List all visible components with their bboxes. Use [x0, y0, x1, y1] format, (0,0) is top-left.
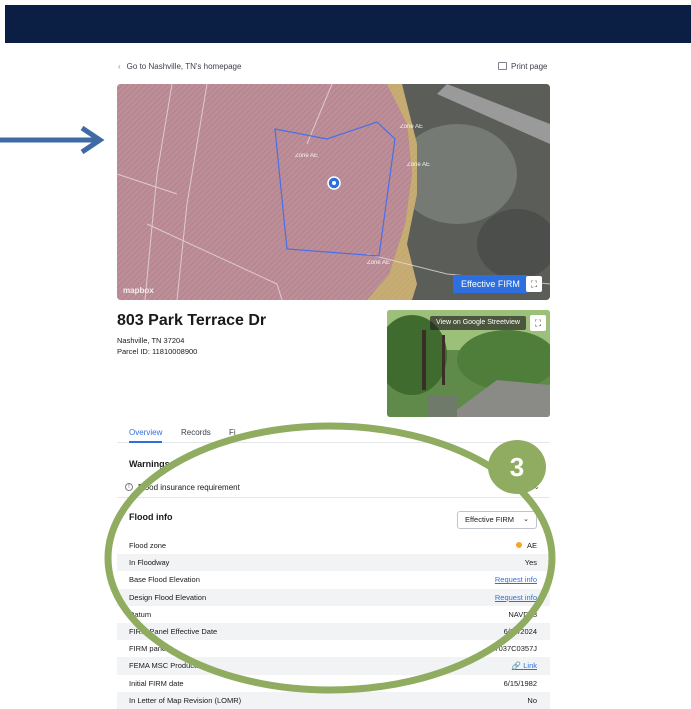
table-row: In Floodway Yes [117, 554, 550, 572]
property-details: Nashville, TN 37204 Parcel ID: 118100089… [117, 336, 198, 356]
top-banner [5, 5, 691, 43]
streetview-expand-icon[interactable]: ⛶ [530, 315, 546, 331]
step-number-badge: 3 [488, 440, 546, 494]
flood-info-heading: Flood info [129, 512, 173, 522]
table-row: FIRM Panel Effective Date 6/20/2024 [117, 622, 550, 641]
table-row: Flood zone AE [129, 541, 537, 550]
table-row: Initial FIRM date 6/15/1982 [129, 678, 537, 688]
print-page-button[interactable]: Print page [498, 62, 547, 71]
streetview-thumbnail[interactable]: View on Google Streetview ⛶ [387, 310, 550, 417]
tab-records[interactable]: Records [181, 428, 211, 437]
request-info-link[interactable]: Request info [495, 593, 537, 602]
back-to-homepage-link[interactable]: ‹ Go to Nashville, TN's homepage [118, 62, 241, 71]
flood-map[interactable]: Zone AE Zone AE Zone AE Zone AE mapbox E… [117, 84, 550, 300]
warnings-heading: Warnings [129, 459, 170, 469]
flood-info-table: Flood zone AE In Floodway Yes Base Flood E… [117, 537, 550, 709]
table-row: FEMA MSC Products 🔗 Link [117, 657, 550, 675]
tab-overview[interactable]: Overview [129, 428, 163, 443]
chevron-down-icon: ⌄ [523, 516, 529, 523]
chevron-left-icon: ‹ [118, 62, 121, 71]
property-tabs: Overview Records Fi [117, 423, 550, 443]
table-row: FIRM panel 47037C0357J [129, 644, 537, 654]
table-row: Base Flood Elevation Request info [129, 575, 537, 585]
link-icon: 🔗 [511, 661, 524, 671]
table-row: Design Flood Elevation Request info [117, 588, 550, 606]
fema-msc-link[interactable]: 🔗 Link [512, 661, 537, 670]
zone-status-dot [515, 542, 522, 548]
table-row: Datum NAVD88 [129, 609, 537, 619]
map-canvas[interactable] [117, 84, 550, 300]
request-info-link[interactable]: Request info [495, 575, 537, 584]
flood-insurance-warning-row[interactable]: ! Flood insurance requirement ⌄ [117, 478, 550, 498]
effective-firm-chip[interactable]: Effective FIRM [453, 275, 528, 293]
table-row: In Letter of Map Revision (LOMR) No [117, 691, 550, 709]
tab-files[interactable]: Fi [229, 428, 236, 437]
printer-icon [498, 62, 507, 70]
mapbox-logo: mapbox [123, 286, 154, 295]
property-address-title: 803 Park Terrace Dr [117, 312, 267, 329]
info-icon: ! [125, 483, 133, 491]
map-expand-icon[interactable]: ⛶ [526, 276, 542, 292]
pointer-arrow-annotation [0, 125, 105, 155]
firm-type-select[interactable]: Effective FIRM ⌄ [457, 511, 537, 529]
streetview-link[interactable]: View on Google Streetview [430, 316, 526, 330]
